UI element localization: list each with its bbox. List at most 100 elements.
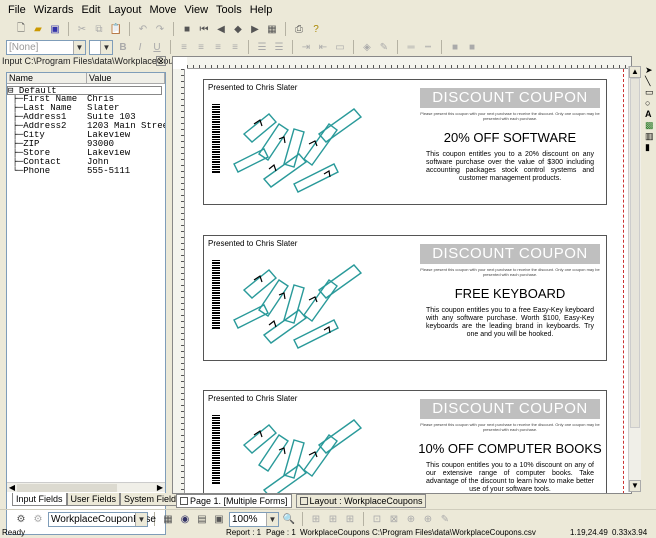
stop-icon[interactable]: ■ bbox=[180, 22, 194, 36]
size-tool-icon[interactable]: ⊞ bbox=[326, 512, 340, 526]
fill-color-icon[interactable]: ◈ bbox=[360, 40, 374, 54]
underline-button[interactable]: U bbox=[150, 40, 164, 54]
align-tool-icon[interactable]: ⊞ bbox=[309, 512, 323, 526]
prev-record-icon[interactable]: ◀ bbox=[214, 22, 228, 36]
tab-system-fields[interactable]: System Fields bbox=[120, 493, 185, 506]
line-style-icon[interactable]: ═ bbox=[404, 40, 418, 54]
bold-button[interactable]: B bbox=[116, 40, 130, 54]
coupon-card[interactable]: Presented to Chris Slater DISCOUNT COUPO… bbox=[203, 79, 607, 205]
field-row[interactable]: ├─Address1 Suite 103 bbox=[7, 113, 165, 122]
zoom-select[interactable]: 100% ▼ bbox=[229, 511, 279, 527]
grid-icon[interactable]: ▦ bbox=[265, 22, 279, 36]
column-header-value[interactable]: Value bbox=[87, 73, 165, 83]
column-header-name[interactable]: Name bbox=[7, 73, 87, 83]
edit-icon[interactable]: ✎ bbox=[438, 512, 452, 526]
barcode-tool-icon[interactable]: ▮ bbox=[645, 143, 656, 152]
field-row[interactable]: ├─Store Lakeview bbox=[7, 149, 165, 158]
menu-view[interactable]: View bbox=[180, 4, 212, 16]
justify-icon[interactable]: ≡ bbox=[228, 40, 242, 54]
page-view-icon[interactable]: ▣ bbox=[212, 512, 226, 526]
design-canvas[interactable]: Presented to Chris Slater DISCOUNT COUPO… bbox=[172, 56, 632, 494]
grid-icon[interactable]: ▦ bbox=[161, 512, 175, 526]
scroll-left-icon[interactable]: ◀ bbox=[7, 483, 17, 493]
font-size-select[interactable]: ▼ bbox=[89, 39, 113, 55]
field-row[interactable]: └─Phone 555-5111 bbox=[7, 167, 165, 176]
space-tool-icon[interactable]: ⊞ bbox=[343, 512, 357, 526]
menu-help[interactable]: Help bbox=[246, 4, 277, 16]
preview-icon[interactable]: ◉ bbox=[178, 512, 192, 526]
zoom-icon[interactable]: 🔍 bbox=[282, 512, 296, 526]
menu-layout[interactable]: Layout bbox=[104, 4, 145, 16]
menu-file[interactable]: File bbox=[4, 4, 30, 16]
numbering-icon[interactable]: ☰ bbox=[272, 40, 286, 54]
scroll-thumb[interactable] bbox=[17, 484, 117, 492]
image-tool-icon[interactable]: ▩ bbox=[645, 121, 656, 130]
ellipse-tool-icon[interactable]: ○ bbox=[645, 99, 656, 108]
menu-move[interactable]: Move bbox=[145, 4, 180, 16]
coupon-card[interactable]: Presented to Chris Slater DISCOUNT COUPO… bbox=[203, 390, 607, 493]
line-color-icon[interactable]: ✎ bbox=[377, 40, 391, 54]
align-right-icon[interactable]: ≡ bbox=[211, 40, 225, 54]
outdent-icon[interactable]: ⇤ bbox=[316, 40, 330, 54]
menu-edit[interactable]: Edit bbox=[77, 4, 104, 16]
dash-style-icon[interactable]: ┅ bbox=[421, 40, 435, 54]
redo-icon[interactable]: ↷ bbox=[153, 22, 167, 36]
send-back-icon[interactable]: ⊕ bbox=[421, 512, 435, 526]
field-row[interactable]: ├─First Name Chris bbox=[7, 95, 165, 104]
form-icon[interactable]: ▤ bbox=[195, 512, 209, 526]
copy-icon[interactable]: ⧉ bbox=[92, 22, 106, 36]
field-row[interactable]: ├─City Lakeview bbox=[7, 131, 165, 140]
vertical-scrollbar[interactable]: ▲ ▼ bbox=[628, 66, 641, 492]
print-icon[interactable]: ⎙ bbox=[292, 22, 306, 36]
close-icon[interactable]: ✕ bbox=[156, 56, 166, 66]
scroll-thumb[interactable] bbox=[630, 78, 640, 428]
layout-settings-icon[interactable]: ⚙ bbox=[31, 512, 45, 526]
collapse-icon[interactable]: ⊟ bbox=[8, 87, 19, 94]
coupon-card[interactable]: Presented to Chris Slater DISCOUNT COUPO… bbox=[203, 235, 607, 361]
scroll-right-icon[interactable]: ▶ bbox=[155, 483, 165, 493]
menu-wizards[interactable]: Wizards bbox=[30, 4, 78, 16]
tab-layout[interactable]: Layout : WorkplaceCoupons bbox=[295, 494, 427, 508]
menu-tools[interactable]: Tools bbox=[212, 4, 246, 16]
pointer-icon[interactable]: ➤ bbox=[645, 66, 656, 75]
open-folder-icon[interactable]: ▰ bbox=[31, 22, 45, 36]
next-record-icon[interactable]: ▶ bbox=[248, 22, 262, 36]
help-icon[interactable]: ? bbox=[309, 22, 323, 36]
chart-tool-icon[interactable]: ▥ bbox=[645, 132, 656, 141]
rectangle-tool-icon[interactable]: ▭ bbox=[645, 88, 656, 97]
italic-button[interactable]: I bbox=[133, 40, 147, 54]
scroll-down-icon[interactable]: ▼ bbox=[629, 480, 641, 492]
tab-input-fields[interactable]: Input Fields bbox=[12, 493, 67, 506]
layout-properties-icon[interactable]: ⚙ bbox=[14, 512, 28, 526]
bring-front-icon[interactable]: ⊕ bbox=[404, 512, 418, 526]
new-file-icon[interactable]: 🗋 bbox=[14, 22, 28, 36]
paste-icon[interactable]: 📋 bbox=[109, 22, 123, 36]
scroll-up-icon[interactable]: ▲ bbox=[629, 66, 641, 78]
layout-select[interactable]: WorkplaceCouponBase ▼ bbox=[48, 511, 156, 527]
save-icon[interactable]: ▣ bbox=[48, 22, 62, 36]
3d-icon[interactable]: ■ bbox=[465, 40, 479, 54]
bullets-icon[interactable]: ☰ bbox=[255, 40, 269, 54]
shadow-icon[interactable]: ■ bbox=[448, 40, 462, 54]
style-select[interactable]: [None] ▼ bbox=[6, 39, 86, 55]
line-tool-icon[interactable]: ╲ bbox=[645, 77, 656, 86]
field-row[interactable]: ├─ZIP 93000 bbox=[7, 140, 165, 149]
indent-icon[interactable]: ⇥ bbox=[299, 40, 313, 54]
tree-root[interactable]: ⊟ Default bbox=[7, 86, 165, 95]
tab-user-fields[interactable]: User Fields bbox=[66, 493, 121, 506]
undo-icon[interactable]: ↶ bbox=[136, 22, 150, 36]
align-left-icon[interactable]: ≡ bbox=[177, 40, 191, 54]
move-record-icon[interactable]: ◆ bbox=[231, 22, 245, 36]
group-icon[interactable]: ⊡ bbox=[370, 512, 384, 526]
field-row[interactable]: ├─Last Name Slater bbox=[7, 104, 165, 113]
cut-icon[interactable]: ✂ bbox=[75, 22, 89, 36]
first-record-icon[interactable]: ⏮ bbox=[197, 22, 211, 36]
ungroup-icon[interactable]: ⊠ bbox=[387, 512, 401, 526]
field-row[interactable]: ├─Address2 1203 Main Stree bbox=[7, 122, 165, 131]
text-tool-icon[interactable]: A bbox=[645, 110, 656, 119]
align-center-icon[interactable]: ≡ bbox=[194, 40, 208, 54]
border-icon[interactable]: ▭ bbox=[333, 40, 347, 54]
horizontal-scrollbar[interactable]: ◀ ▶ bbox=[7, 482, 165, 492]
tab-page-1[interactable]: Page 1. [Multiple Forms] bbox=[176, 494, 292, 508]
field-row[interactable]: ├─Contact John bbox=[7, 158, 165, 167]
